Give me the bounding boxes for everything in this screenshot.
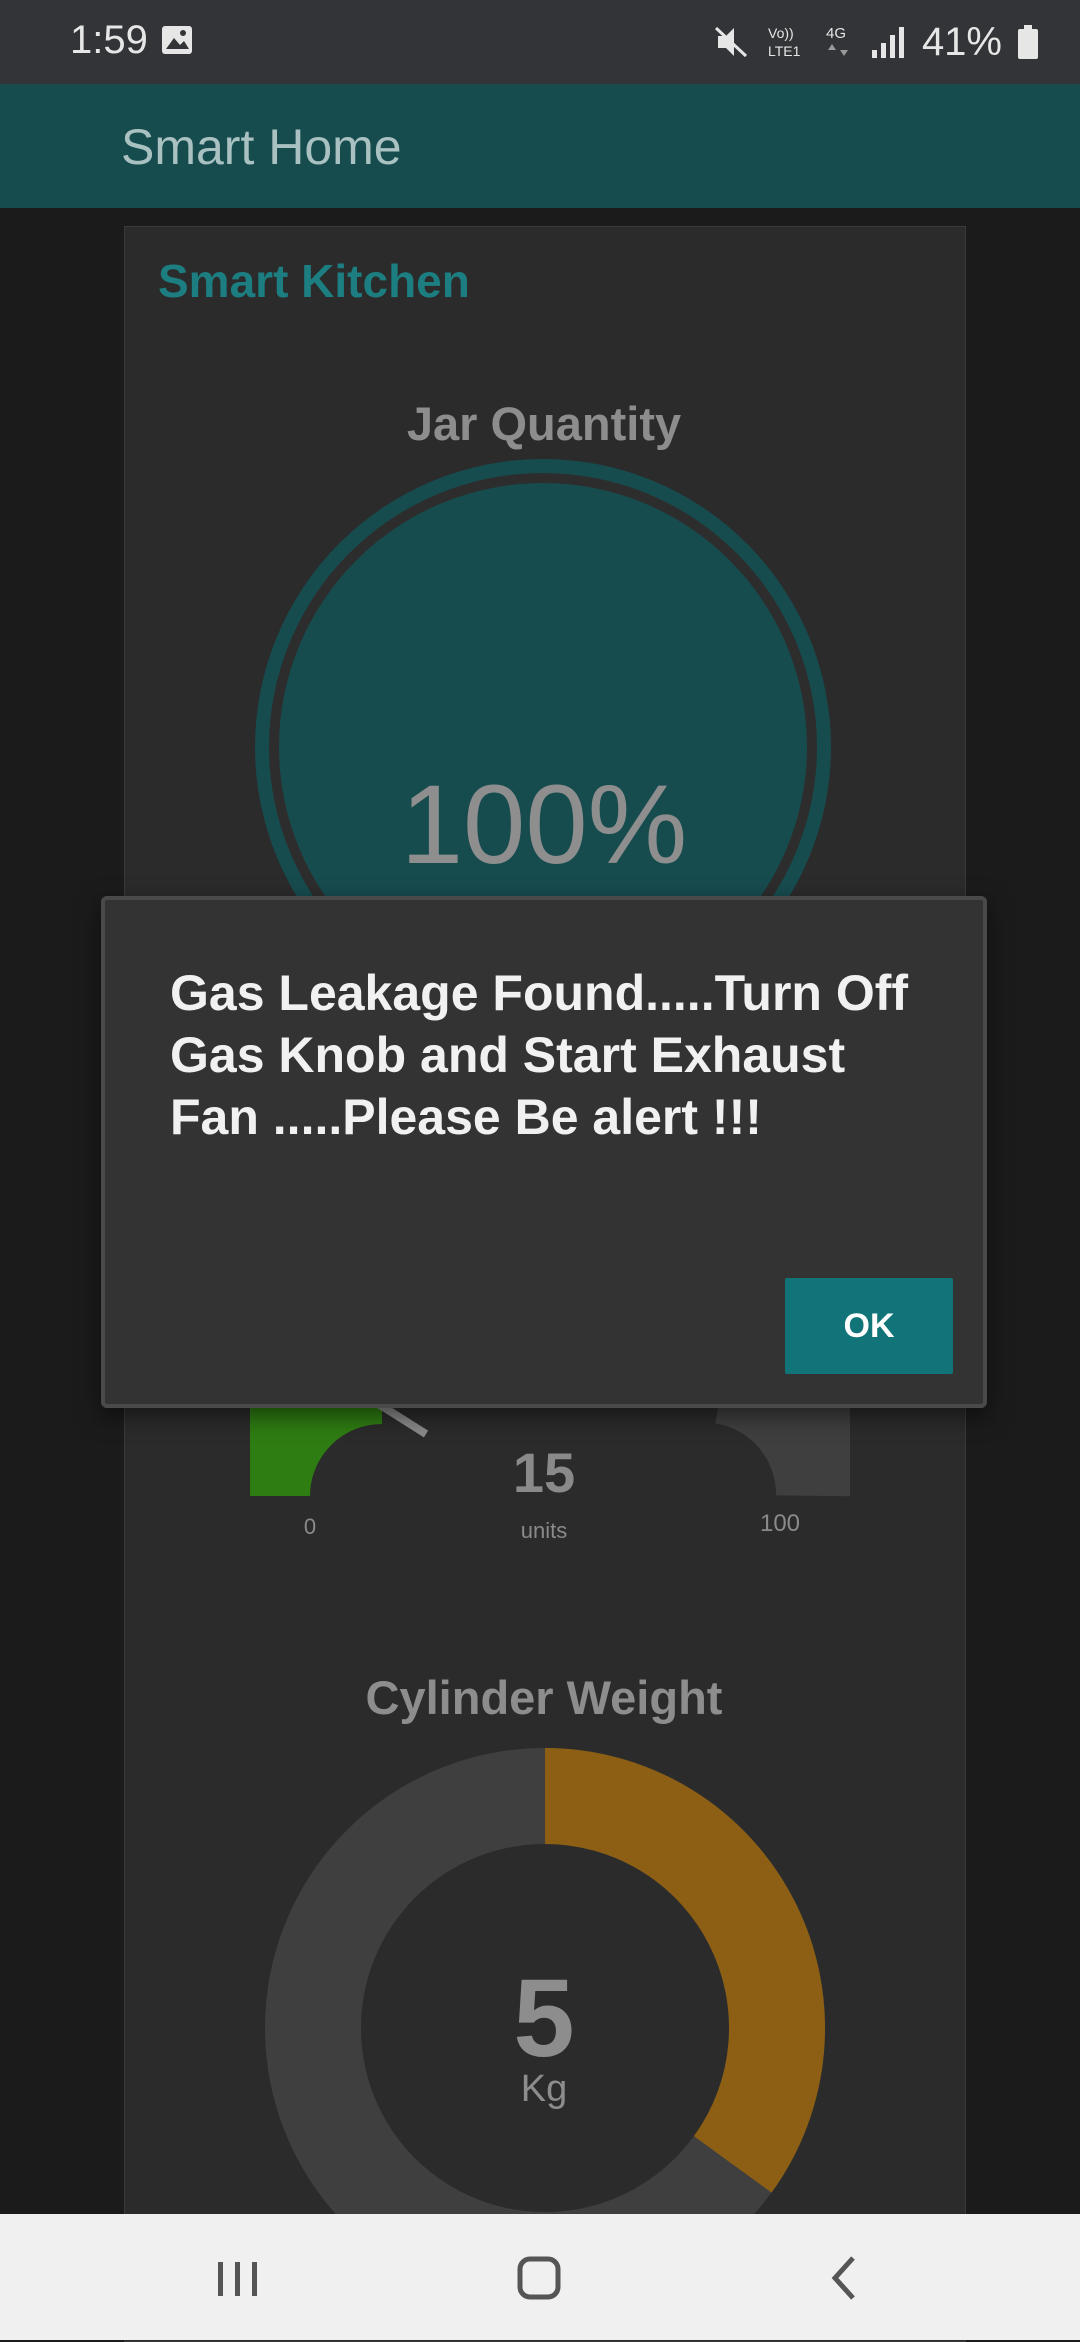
app-bar: Smart Home xyxy=(0,84,1080,208)
battery-icon xyxy=(1018,25,1038,59)
svg-text:4G: 4G xyxy=(826,25,846,42)
gas-gauge-max: 100 xyxy=(759,1510,801,1537)
svg-text:Vo)): Vo)) xyxy=(768,25,794,41)
ok-button[interactable]: OK xyxy=(785,1278,953,1374)
recents-icon[interactable] xyxy=(198,2238,278,2318)
app-title: Smart Home xyxy=(121,119,402,175)
home-icon[interactable] xyxy=(500,2238,580,2318)
gas-gauge-min: 0 xyxy=(303,1514,317,1539)
volte-icon: Vo)) LTE1 xyxy=(768,25,801,59)
signal-icon xyxy=(871,27,904,58)
svg-text:LTE1: LTE1 xyxy=(768,43,801,59)
cylinder-weight-title: Cylinder Weight xyxy=(365,1671,723,1724)
jar-quantity-value: 100% xyxy=(400,762,688,887)
mute-icon xyxy=(714,26,747,58)
status-bar: 1:59 Vo)) LTE1 4G 41% xyxy=(0,0,1080,84)
jar-quantity-title: Jar Quantity xyxy=(406,397,682,450)
dialog-message: Gas Leakage Found.....Turn Off Gas Knob … xyxy=(170,965,909,1145)
gas-gauge-units: units xyxy=(520,1518,568,1543)
cylinder-weight-value: 5 xyxy=(513,1957,575,2080)
status-icons: Vo)) LTE1 4G 41% xyxy=(712,18,1040,66)
battery-percent: 41% xyxy=(921,19,1002,64)
gas-gauge-value: 15 xyxy=(512,1441,576,1504)
back-icon[interactable] xyxy=(803,2238,883,2318)
navigation-bar xyxy=(0,2214,1080,2340)
image-icon xyxy=(162,26,192,54)
status-time: 1:59 xyxy=(70,18,148,62)
card-title: Smart Kitchen xyxy=(158,255,470,307)
4g-icon: 4G xyxy=(826,25,848,56)
cylinder-weight-unit: Kg xyxy=(520,2068,568,2110)
